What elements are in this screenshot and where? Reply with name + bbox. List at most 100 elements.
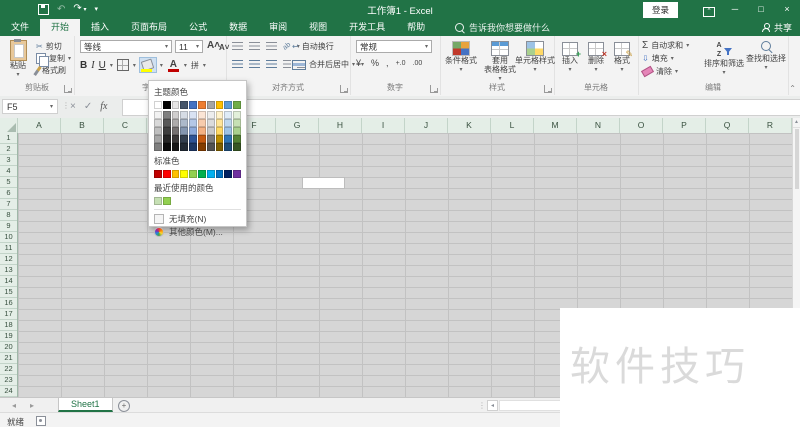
align-center-icon[interactable] — [249, 60, 260, 68]
color-swatch[interactable] — [197, 101, 206, 109]
insert-cells-button[interactable]: + 插入 ▾ — [558, 42, 582, 75]
color-swatch[interactable] — [233, 170, 241, 178]
tell-me-search[interactable]: 告诉我你想要做什么 — [455, 19, 550, 36]
copy-button[interactable]: 复制 ▾ — [36, 53, 71, 67]
row-header[interactable]: 4 — [0, 166, 17, 177]
color-swatch[interactable] — [224, 111, 233, 119]
color-swatch[interactable] — [206, 143, 215, 151]
color-swatch[interactable] — [180, 170, 189, 178]
cancel-entry-icon[interactable]: × — [70, 101, 76, 112]
ribbon-tab[interactable]: 数据 — [218, 19, 258, 36]
column-header[interactable]: I — [362, 118, 405, 133]
dialog-launcher-alignment[interactable] — [340, 85, 348, 93]
ribbon-display-options-button[interactable]: ^ — [696, 0, 722, 19]
autosum-button[interactable]: Σ 自动求和 ▾ — [642, 40, 689, 51]
color-swatch[interactable] — [180, 119, 189, 127]
paste-dropdown-caret[interactable]: ▾ — [16, 71, 19, 80]
row-header[interactable]: 6 — [0, 188, 17, 199]
row-header[interactable]: 8 — [0, 210, 17, 221]
font-size-select[interactable]: 11 ▾ — [175, 40, 203, 53]
color-swatch[interactable] — [163, 197, 171, 205]
accounting-format-button[interactable]: ¥▾ — [356, 58, 364, 68]
column-header[interactable]: B — [61, 118, 104, 133]
align-top-icon[interactable] — [232, 42, 243, 50]
file-tab[interactable]: 文件 — [0, 19, 40, 36]
bold-button[interactable]: B — [80, 60, 87, 71]
column-header[interactable]: N — [577, 118, 620, 133]
align-right-icon[interactable] — [266, 60, 277, 68]
color-swatch[interactable] — [180, 101, 189, 109]
row-header[interactable]: 21 — [0, 353, 17, 364]
color-swatch[interactable] — [206, 127, 215, 135]
color-swatch[interactable] — [233, 143, 241, 151]
row-header[interactable]: 16 — [0, 298, 17, 309]
color-swatch[interactable] — [224, 101, 233, 109]
merge-center-button[interactable]: 合并后居中 ▾ — [292, 59, 355, 70]
font-color-button[interactable]: A — [167, 58, 180, 72]
collapse-ribbon-icon[interactable]: ⌃ — [789, 84, 796, 93]
color-swatch[interactable] — [180, 127, 189, 135]
color-swatch[interactable] — [189, 119, 197, 127]
share-button[interactable]: 共享 — [761, 19, 792, 36]
color-swatch[interactable] — [197, 127, 206, 135]
row-header[interactable]: 9 — [0, 221, 17, 232]
column-header[interactable]: P — [663, 118, 706, 133]
color-swatch[interactable] — [180, 135, 189, 143]
color-swatch[interactable] — [189, 111, 197, 119]
select-all-corner[interactable] — [0, 118, 18, 133]
color-swatch[interactable] — [233, 119, 241, 127]
macro-record-icon[interactable] — [36, 416, 46, 426]
confirm-entry-icon[interactable]: ✓ — [84, 101, 92, 112]
ribbon-tab[interactable]: 帮助 — [396, 19, 436, 36]
color-swatch[interactable] — [180, 111, 189, 119]
column-header[interactable]: K — [448, 118, 491, 133]
align-middle-icon[interactable] — [249, 42, 260, 50]
no-fill-item[interactable]: 无填充(N) — [154, 212, 241, 225]
more-colors-item[interactable]: 其他颜色(M)... — [154, 225, 241, 238]
color-swatch[interactable] — [154, 135, 162, 143]
delete-cells-button[interactable]: × 删除 ▾ — [584, 42, 608, 75]
column-header[interactable]: A — [18, 118, 61, 133]
clear-button[interactable]: 清除 ▾ — [640, 65, 689, 78]
color-swatch[interactable] — [215, 119, 224, 127]
row-header[interactable]: 20 — [0, 342, 17, 353]
ribbon-tab[interactable]: 页面布局 — [120, 19, 178, 36]
color-swatch[interactable] — [162, 101, 171, 109]
phonetic-guide-button[interactable]: 拼 — [191, 60, 199, 71]
color-swatch[interactable] — [189, 101, 197, 109]
row-header[interactable]: 23 — [0, 375, 17, 386]
paste-button[interactable]: 粘贴 ▾ — [4, 39, 32, 80]
column-header[interactable]: C — [104, 118, 147, 133]
row-header[interactable]: 5 — [0, 177, 17, 188]
color-swatch[interactable] — [197, 143, 206, 151]
sign-in-button[interactable]: 登录 — [642, 1, 678, 18]
name-box[interactable]: F5 ▾ — [2, 99, 58, 114]
dialog-launcher-styles[interactable] — [544, 85, 552, 93]
align-bottom-icon[interactable] — [266, 42, 277, 50]
format-as-table-button[interactable]: 套用 表格格式 ▾ — [482, 41, 518, 84]
underline-button[interactable]: U — [99, 60, 106, 71]
color-swatch[interactable] — [162, 170, 171, 178]
color-swatch[interactable] — [224, 135, 233, 143]
comma-style-button[interactable]: , — [386, 58, 389, 68]
row-header[interactable]: 10 — [0, 232, 17, 243]
color-swatch[interactable] — [154, 101, 162, 109]
active-cell-F5[interactable] — [302, 177, 345, 189]
color-swatch[interactable] — [224, 127, 233, 135]
row-header[interactable]: 13 — [0, 265, 17, 276]
row-header[interactable]: 22 — [0, 364, 17, 375]
column-header[interactable]: O — [620, 118, 663, 133]
decrease-decimal-button[interactable]: .00 — [413, 60, 423, 67]
ribbon-tab[interactable]: 审阅 — [258, 19, 298, 36]
color-swatch[interactable] — [171, 170, 180, 178]
number-format-select[interactable]: 常规 ▾ — [356, 40, 432, 53]
color-swatch[interactable] — [215, 135, 224, 143]
conditional-formatting-button[interactable]: 条件格式 ▾ — [442, 41, 480, 75]
ribbon-tab[interactable]: 插入 — [80, 19, 120, 36]
scroll-up-icon[interactable]: ▲ — [793, 118, 800, 128]
color-swatch[interactable] — [233, 101, 241, 109]
prev-sheet-icon[interactable]: ◂ — [12, 401, 16, 410]
vertical-scroll-thumb[interactable] — [794, 129, 799, 189]
scroll-left-icon[interactable]: ◂ — [487, 400, 498, 411]
column-header[interactable]: Q — [706, 118, 749, 133]
